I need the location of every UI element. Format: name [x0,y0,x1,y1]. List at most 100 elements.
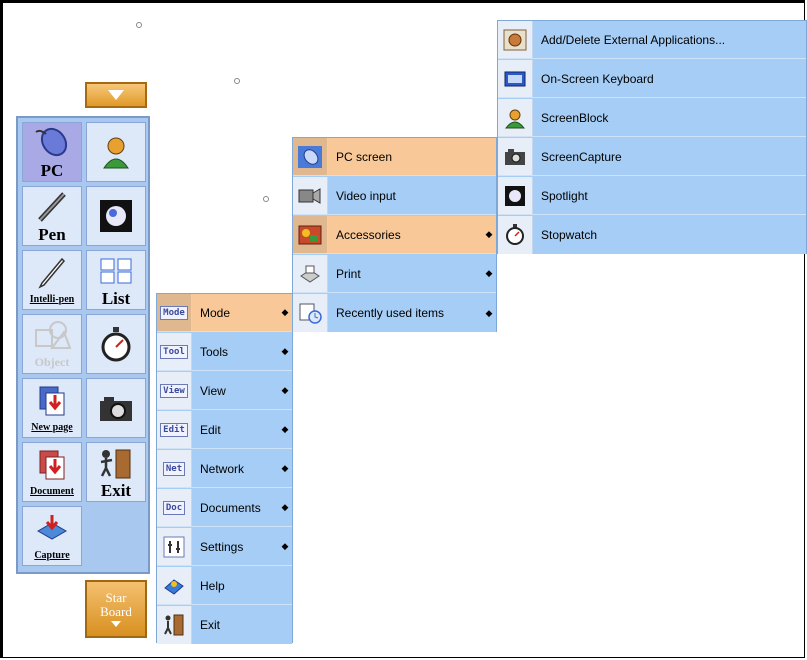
mouse-icon [293,138,328,175]
tool-new-page[interactable]: New page [22,378,82,438]
menu-item-pc-screen[interactable]: PC screen [293,138,496,176]
triangle-down-icon [108,90,124,100]
starboard-label-line2: Board [100,604,132,619]
mode-submenu: PC screen Video input Accessories ◆ Prin… [292,137,497,332]
tool-pc[interactable]: PC [22,122,82,182]
speck [136,22,142,28]
menu-item-label: Exit [200,618,221,632]
tool-object-label: Object [34,355,70,369]
menu-item-label: Spotlight [541,188,588,203]
menu-item-documents[interactable]: Doc Documents ◆ [157,489,292,527]
starboard-label-line1: Star [105,590,127,605]
camera-icon [498,138,533,175]
menu-item-label: PC screen [336,149,393,164]
tool-spotlight[interactable] [86,186,146,246]
tool-list[interactable]: List [86,250,146,310]
tool-list-label: List [101,289,131,308]
collapse-toggle-button[interactable] [85,82,147,108]
printer-icon [293,255,328,292]
submenu-arrow-icon: ◆ [281,385,289,395]
documents-icon: Doc [162,500,186,515]
tool-intelli-pen[interactable]: Intelli-pen [22,250,82,310]
exit-door-icon [87,443,145,482]
menu-item-label: Accessories [336,227,401,242]
recent-items-icon [293,294,328,332]
menu-item-screencapture[interactable]: ScreenCapture [498,138,806,176]
menu-item-tools[interactable]: Tool Tools ◆ [157,333,292,371]
network-icon: Net [162,461,186,476]
tool-capture[interactable]: Capture [22,506,82,566]
menu-item-label: Print [336,266,361,281]
menu-item-mode[interactable]: Mode Mode ◆ [157,294,292,332]
speck [263,196,269,202]
tool-pen[interactable]: Pen [22,186,82,246]
tool-capture-label: Capture [34,550,70,561]
video-input-icon [293,177,328,214]
menu-item-spotlight[interactable]: Spotlight [498,177,806,215]
exit-door-icon [157,606,192,644]
submenu-arrow-icon: ◆ [281,502,289,512]
menu-item-label: Help [200,578,225,593]
tool-pc-label: PC [40,161,64,180]
menu-item-label: Edit [200,422,221,437]
menu-item-edit[interactable]: Edit Edit ◆ [157,411,292,449]
menu-item-network[interactable]: Net Network ◆ [157,450,292,488]
menu-item-accessories[interactable]: Accessories ◆ [293,216,496,254]
view-icon: View [160,383,188,398]
presenter-icon [87,123,145,181]
menu-item-view[interactable]: View View ◆ [157,372,292,410]
menu-item-label: ScreenBlock [541,110,609,125]
tool-palette: PC Pen Intelli-pen List Object New page … [16,116,150,574]
intelli-pen-icon [23,251,81,293]
tool-exit[interactable]: Exit [86,442,146,502]
object-icon [23,315,81,354]
camera-icon [87,379,145,437]
stopwatch-icon [87,315,145,373]
main-menu: Mode Mode ◆ Tool Tools ◆ View View ◆ Edi… [156,293,293,644]
menu-item-stopwatch[interactable]: Stopwatch [498,216,806,254]
submenu-arrow-icon: ◆ [281,346,289,356]
menu-item-label: Documents [200,500,261,515]
menu-item-label: Network [200,461,245,476]
capture-icon [23,507,81,549]
help-icon [157,567,192,604]
tool-presenter[interactable] [86,122,146,182]
edit-icon: Edit [160,422,188,437]
mouse-icon [23,123,81,162]
menu-item-recently-used[interactable]: Recently used items ◆ [293,294,496,332]
keyboard-icon [498,60,533,97]
triangle-down-icon [111,621,121,627]
tool-camera[interactable] [86,378,146,438]
menu-item-label: Video input [336,188,396,203]
menu-item-screenblock[interactable]: ScreenBlock [498,99,806,137]
menu-item-label: View [200,383,226,398]
submenu-arrow-icon: ◆ [281,541,289,551]
tool-stopwatch[interactable] [86,314,146,374]
menu-item-settings[interactable]: Settings ◆ [157,528,292,566]
screenblock-icon [498,99,533,136]
menu-item-print[interactable]: Print ◆ [293,255,496,293]
menu-item-video-input[interactable]: Video input [293,177,496,215]
starboard-button[interactable]: Star Board [85,580,147,638]
submenu-arrow-icon: ◆ [485,268,493,278]
submenu-arrow-icon: ◆ [281,307,289,317]
list-icon [87,251,145,290]
document-icon [23,443,81,485]
menu-item-label: Tools [200,344,229,359]
tool-intelli-pen-label: Intelli-pen [29,294,75,305]
tool-object[interactable]: Object [22,314,82,374]
tool-document[interactable]: Document [22,442,82,502]
menu-item-label: Stopwatch [541,228,598,242]
accessories-submenu: Add/Delete External Applications... On-S… [497,20,807,254]
tools-icon: Tool [160,344,188,359]
spotlight-icon [498,177,533,214]
menu-item-add-delete-apps[interactable]: Add/Delete External Applications... [498,21,806,59]
pen-icon [23,187,81,226]
menu-item-help[interactable]: Help [157,567,292,605]
accessories-icon [293,216,328,253]
menu-item-on-screen-keyboard[interactable]: On-Screen Keyboard [498,60,806,98]
menu-item-label: Settings [200,539,244,554]
menu-item-exit[interactable]: Exit [157,606,292,644]
tool-exit-label: Exit [100,481,132,500]
menu-item-label: Mode [200,305,231,320]
